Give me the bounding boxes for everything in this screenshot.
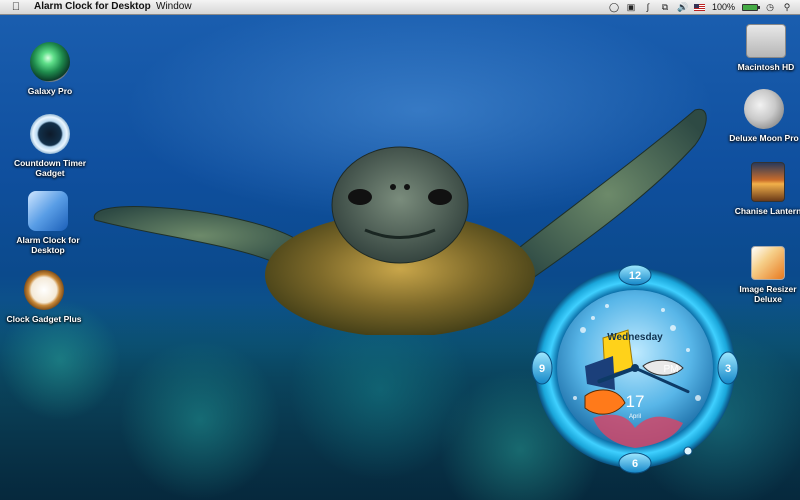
desktop-icon-alarm-clock[interactable]: Alarm Clock for Desktop bbox=[8, 191, 88, 255]
desktop-icon-countdown-timer[interactable]: Countdown Timer Gadget bbox=[10, 114, 90, 178]
weekday-label: Wednesday bbox=[607, 332, 663, 343]
day-label: 17 bbox=[626, 392, 645, 411]
hour-mark-9: 9 bbox=[531, 351, 553, 385]
hourglass-icon bbox=[30, 114, 70, 154]
flag-icon[interactable] bbox=[693, 3, 705, 11]
hour-mark-12: 12 bbox=[618, 264, 652, 286]
lantern-icon bbox=[751, 162, 785, 202]
month-label: April bbox=[629, 414, 641, 420]
desktop-icon-label: Alarm Clock for Desktop bbox=[16, 235, 80, 255]
desktop-icon-label: Galaxy Pro bbox=[27, 86, 73, 96]
app-menu[interactable]: Alarm Clock for Desktop bbox=[34, 0, 151, 14]
hour-mark-3-label: 3 bbox=[725, 363, 731, 375]
aquarium-clock-widget[interactable]: Wednesday PM 17 April 12 3 6 9 bbox=[523, 258, 748, 483]
hour-mark-3: 3 bbox=[717, 351, 739, 385]
script-icon[interactable]: ∫ bbox=[643, 2, 653, 12]
clock-icon bbox=[24, 270, 64, 310]
hand-pivot bbox=[631, 364, 639, 372]
app-status-icon[interactable]: ◯ bbox=[609, 2, 619, 12]
desktop-icon-label: Clock Gadget Plus bbox=[6, 314, 82, 324]
status-menus: ◯ ▣ ∫ ⧉ 🔊 100% ◷ ⚲ bbox=[609, 0, 792, 14]
window-icon[interactable]: ⧉ bbox=[660, 2, 670, 12]
image-resizer-icon bbox=[751, 246, 785, 280]
window-menu[interactable]: Window bbox=[156, 0, 192, 14]
desktop-icon-clock-gadget-plus[interactable]: Clock Gadget Plus bbox=[4, 270, 84, 324]
desktop-icon-deluxe-moon-pro[interactable]: Deluxe Moon Pro bbox=[724, 89, 800, 143]
display-icon[interactable]: ▣ bbox=[626, 2, 636, 12]
desktop-icon-label: Countdown Timer Gadget bbox=[13, 158, 87, 178]
battery-percentage[interactable]: 100% bbox=[712, 0, 735, 14]
volume-icon[interactable]: 🔊 bbox=[677, 2, 688, 12]
alarm-clock-icon bbox=[28, 191, 68, 231]
desktop-icon-macintosh-hd[interactable]: Macintosh HD bbox=[726, 24, 800, 72]
battery-icon[interactable] bbox=[742, 3, 760, 11]
desktop-icon-galaxy-pro[interactable]: Galaxy Pro bbox=[10, 42, 90, 96]
desktop-icon-label: Deluxe Moon Pro bbox=[729, 133, 799, 143]
menu-bar:  Alarm Clock for Desktop Window ◯ ▣ ∫ ⧉… bbox=[0, 0, 800, 15]
moon-icon bbox=[744, 89, 784, 129]
ampm-label: PM bbox=[664, 364, 679, 375]
desktop-icon-label: Chanise Lantern bbox=[734, 206, 800, 216]
search-icon[interactable]: ⚲ bbox=[782, 2, 792, 12]
gear-icon[interactable] bbox=[683, 446, 693, 456]
hour-mark-6: 6 bbox=[618, 452, 652, 474]
desktop-icon-label: Macintosh HD bbox=[737, 62, 795, 72]
apple-icon[interactable]:  bbox=[10, 0, 22, 14]
hour-mark-12-label: 12 bbox=[629, 270, 641, 282]
hour-mark-6-label: 6 bbox=[632, 458, 638, 470]
desktop-icon-chanise-lantern[interactable]: Chanise Lantern bbox=[728, 162, 800, 216]
galaxy-icon bbox=[30, 42, 70, 82]
hour-mark-9-label: 9 bbox=[539, 363, 545, 375]
hard-drive-icon bbox=[746, 24, 786, 58]
clock-status-icon[interactable]: ◷ bbox=[765, 2, 775, 12]
